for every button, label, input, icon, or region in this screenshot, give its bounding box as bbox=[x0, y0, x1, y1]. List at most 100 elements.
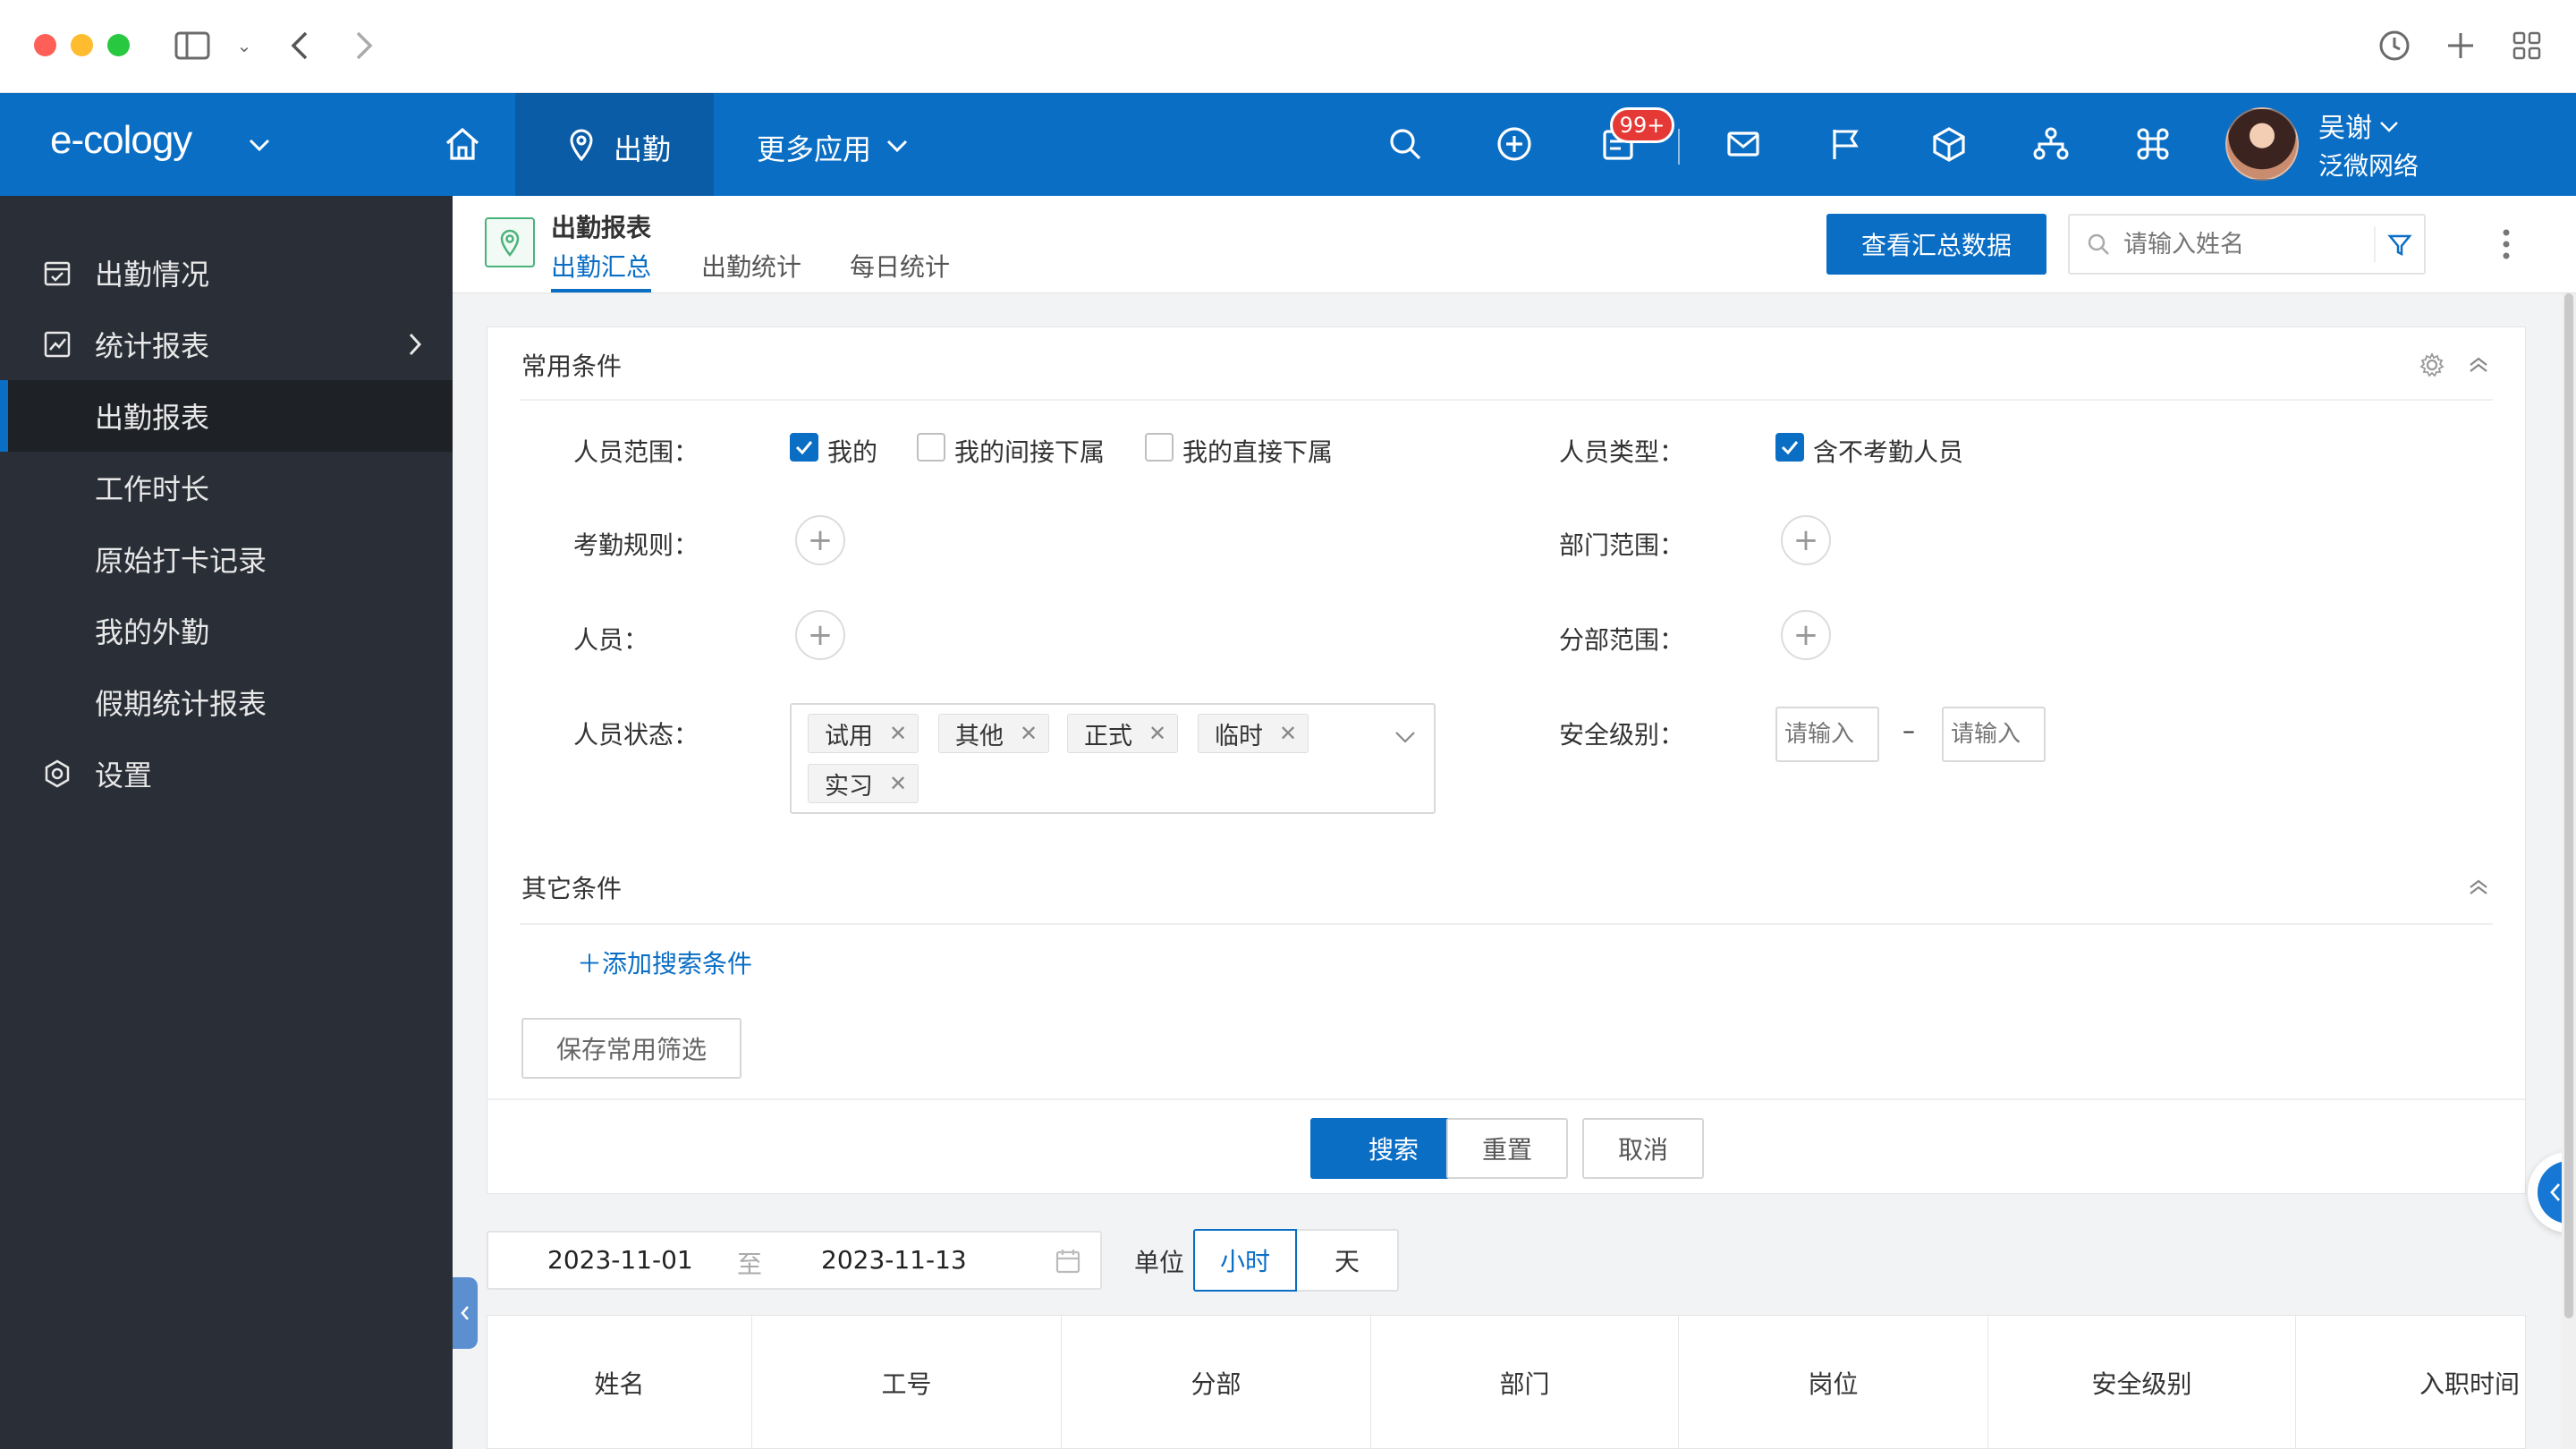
nav-item-more-apps[interactable]: 更多应用 bbox=[757, 127, 871, 168]
user-avatar[interactable] bbox=[2225, 107, 2299, 181]
filter-panel: 常用条件 人员范围： 我的 我的间接下属 我的直接下属 人员类型： 含不考勤人员… bbox=[487, 326, 2526, 1194]
end-date[interactable]: 2023-11-13 bbox=[821, 1245, 967, 1275]
scrollbar-thumb[interactable] bbox=[2564, 293, 2573, 1318]
window-titlebar: ⌄ bbox=[0, 0, 2576, 93]
tag-close-icon[interactable]: ✕ bbox=[1020, 721, 1038, 746]
grid-view-icon[interactable] bbox=[2506, 25, 2547, 66]
view-summary-button[interactable]: 查看汇总数据 bbox=[1826, 214, 2046, 275]
status-tag[interactable]: 临时 ✕ bbox=[1198, 714, 1309, 753]
tab-attendance-summary[interactable]: 出勤汇总 bbox=[551, 248, 651, 284]
sidebar-item-attendance-status[interactable]: 出勤情况 bbox=[0, 237, 453, 309]
sidebar-toggle-icon[interactable] bbox=[172, 25, 213, 66]
status-tag[interactable]: 其他 ✕ bbox=[938, 714, 1050, 753]
sidebar-item-stat-reports[interactable]: 统计报表 bbox=[0, 309, 453, 380]
start-date[interactable]: 2023-11-01 bbox=[547, 1245, 693, 1275]
zoom-window-dot[interactable] bbox=[107, 34, 130, 56]
tag-close-icon[interactable]: ✕ bbox=[889, 771, 907, 796]
include-non-attendance-checkbox[interactable] bbox=[1775, 433, 1804, 462]
user-name[interactable]: 吴谢 bbox=[2318, 106, 2372, 145]
column-header-department[interactable]: 部门 bbox=[1371, 1316, 1679, 1449]
section-divider bbox=[520, 399, 2493, 401]
tag-close-icon[interactable]: ✕ bbox=[1148, 721, 1166, 746]
calendar-icon[interactable] bbox=[1052, 1245, 1084, 1277]
flag-icon[interactable] bbox=[1816, 114, 1875, 174]
sidebar-item-field-work[interactable]: 我的外勤 bbox=[0, 595, 453, 666]
vertical-scrollbar[interactable] bbox=[2562, 293, 2576, 1449]
status-tag[interactable]: 试用 ✕ bbox=[808, 714, 919, 753]
forward-arrow-icon[interactable] bbox=[343, 25, 385, 66]
unit-days-option[interactable]: 天 bbox=[1297, 1229, 1399, 1292]
scope-mine-label[interactable]: 我的 bbox=[827, 433, 877, 469]
scope-indirect-label[interactable]: 我的间接下属 bbox=[954, 433, 1105, 469]
sidebar-item-label: 统计报表 bbox=[95, 329, 210, 363]
cube-icon[interactable] bbox=[1919, 114, 1979, 174]
add-dept-plus-icon[interactable]: + bbox=[1781, 515, 1831, 565]
mail-icon[interactable] bbox=[1714, 114, 1773, 174]
nav-divider bbox=[1678, 129, 1680, 165]
tag-close-icon[interactable]: ✕ bbox=[1279, 721, 1297, 746]
save-filter-button[interactable]: 保存常用筛选 bbox=[521, 1018, 741, 1079]
gear-icon[interactable] bbox=[2416, 349, 2448, 381]
add-search-condition-link[interactable]: ＋添加搜索条件 bbox=[577, 945, 752, 980]
scope-indirect-checkbox[interactable] bbox=[917, 433, 945, 462]
name-search-input[interactable] bbox=[2123, 225, 2365, 264]
new-tab-plus-icon[interactable] bbox=[2440, 25, 2481, 66]
sidebar-item-label: 设置 bbox=[95, 758, 153, 792]
minimize-window-dot[interactable] bbox=[71, 34, 93, 56]
column-header-security-level[interactable]: 安全级别 bbox=[1988, 1316, 2296, 1449]
person-type-label: 人员类型： bbox=[1559, 437, 1685, 467]
column-header-hire-date[interactable]: 入职时间 bbox=[2296, 1316, 2525, 1449]
sidebar-item-punch-records[interactable]: 原始打卡记录 bbox=[0, 523, 453, 595]
more-vertical-icon[interactable] bbox=[2488, 223, 2524, 266]
collapse-chevron-up-icon[interactable] bbox=[2462, 871, 2495, 903]
collapse-sidebar-handle[interactable] bbox=[453, 1277, 478, 1349]
collapse-chevron-up-icon[interactable] bbox=[2462, 349, 2495, 381]
cancel-button[interactable]: 取消 bbox=[1582, 1118, 1704, 1179]
chevron-down-icon[interactable]: ⌄ bbox=[224, 25, 265, 66]
column-header-employee-id[interactable]: 工号 bbox=[752, 1316, 1062, 1449]
sidebar-item-settings[interactable]: 设置 bbox=[0, 738, 453, 809]
filter-funnel-icon[interactable] bbox=[2383, 228, 2417, 262]
sidebar-item-work-hours[interactable]: 工作时长 bbox=[0, 452, 453, 523]
tab-attendance-stats[interactable]: 出勤统计 bbox=[701, 248, 801, 284]
tag-close-icon[interactable]: ✕ bbox=[889, 721, 907, 746]
chevron-down-icon[interactable] bbox=[1389, 721, 1421, 753]
add-person-plus-icon[interactable]: + bbox=[795, 610, 845, 660]
add-circle-icon[interactable] bbox=[1485, 114, 1544, 174]
org-chart-icon[interactable] bbox=[2021, 114, 2080, 174]
brand-chevron-down-icon[interactable] bbox=[243, 129, 275, 161]
tab-daily-stats[interactable]: 每日统计 bbox=[850, 248, 950, 284]
column-header-branch[interactable]: 分部 bbox=[1062, 1316, 1371, 1449]
user-chevron-down-icon[interactable] bbox=[2376, 113, 2402, 140]
home-icon[interactable] bbox=[433, 114, 492, 174]
scope-direct-label[interactable]: 我的直接下属 bbox=[1182, 433, 1333, 469]
date-range-picker[interactable]: 2023-11-01 至 2023-11-13 bbox=[487, 1231, 1102, 1290]
history-clock-icon[interactable] bbox=[2374, 25, 2415, 66]
security-range-separator: – bbox=[1902, 716, 1915, 745]
column-header-position[interactable]: 岗位 bbox=[1679, 1316, 1988, 1449]
brand-logo[interactable]: e-cology bbox=[50, 118, 192, 163]
security-to-input[interactable] bbox=[1942, 707, 2046, 762]
back-arrow-icon[interactable] bbox=[279, 25, 320, 66]
add-rule-plus-icon[interactable]: + bbox=[795, 515, 845, 565]
security-from-input[interactable] bbox=[1775, 707, 1879, 762]
status-multiselect[interactable]: 试用 ✕ 其他 ✕ 正式 ✕ 临时 ✕ 实习 ✕ bbox=[790, 703, 1436, 814]
add-branch-plus-icon[interactable]: + bbox=[1781, 610, 1831, 660]
more-apps-chevron-icon[interactable] bbox=[882, 131, 912, 161]
include-non-attendance-label[interactable]: 含不考勤人员 bbox=[1813, 433, 1963, 469]
search-icon[interactable] bbox=[1376, 114, 1435, 174]
command-icon[interactable] bbox=[2123, 114, 2182, 174]
sidebar-item-label: 原始打卡记录 bbox=[95, 544, 267, 578]
scope-direct-checkbox[interactable] bbox=[1145, 433, 1174, 462]
sidebar-item-attendance-report[interactable]: 出勤报表 bbox=[0, 380, 453, 452]
close-window-dot[interactable] bbox=[34, 34, 56, 56]
unit-hours-option[interactable]: 小时 bbox=[1193, 1229, 1297, 1292]
status-tag[interactable]: 正式 ✕ bbox=[1067, 714, 1179, 753]
status-tag[interactable]: 实习 ✕ bbox=[808, 764, 919, 803]
location-pin-icon bbox=[565, 127, 597, 163]
nav-item-attendance[interactable]: 出勤 bbox=[515, 93, 714, 196]
reset-button[interactable]: 重置 bbox=[1446, 1118, 1568, 1179]
scope-mine-checkbox[interactable] bbox=[790, 433, 818, 462]
column-header-name[interactable]: 姓名 bbox=[487, 1316, 752, 1449]
sidebar-item-leave-report[interactable]: 假期统计报表 bbox=[0, 666, 453, 738]
